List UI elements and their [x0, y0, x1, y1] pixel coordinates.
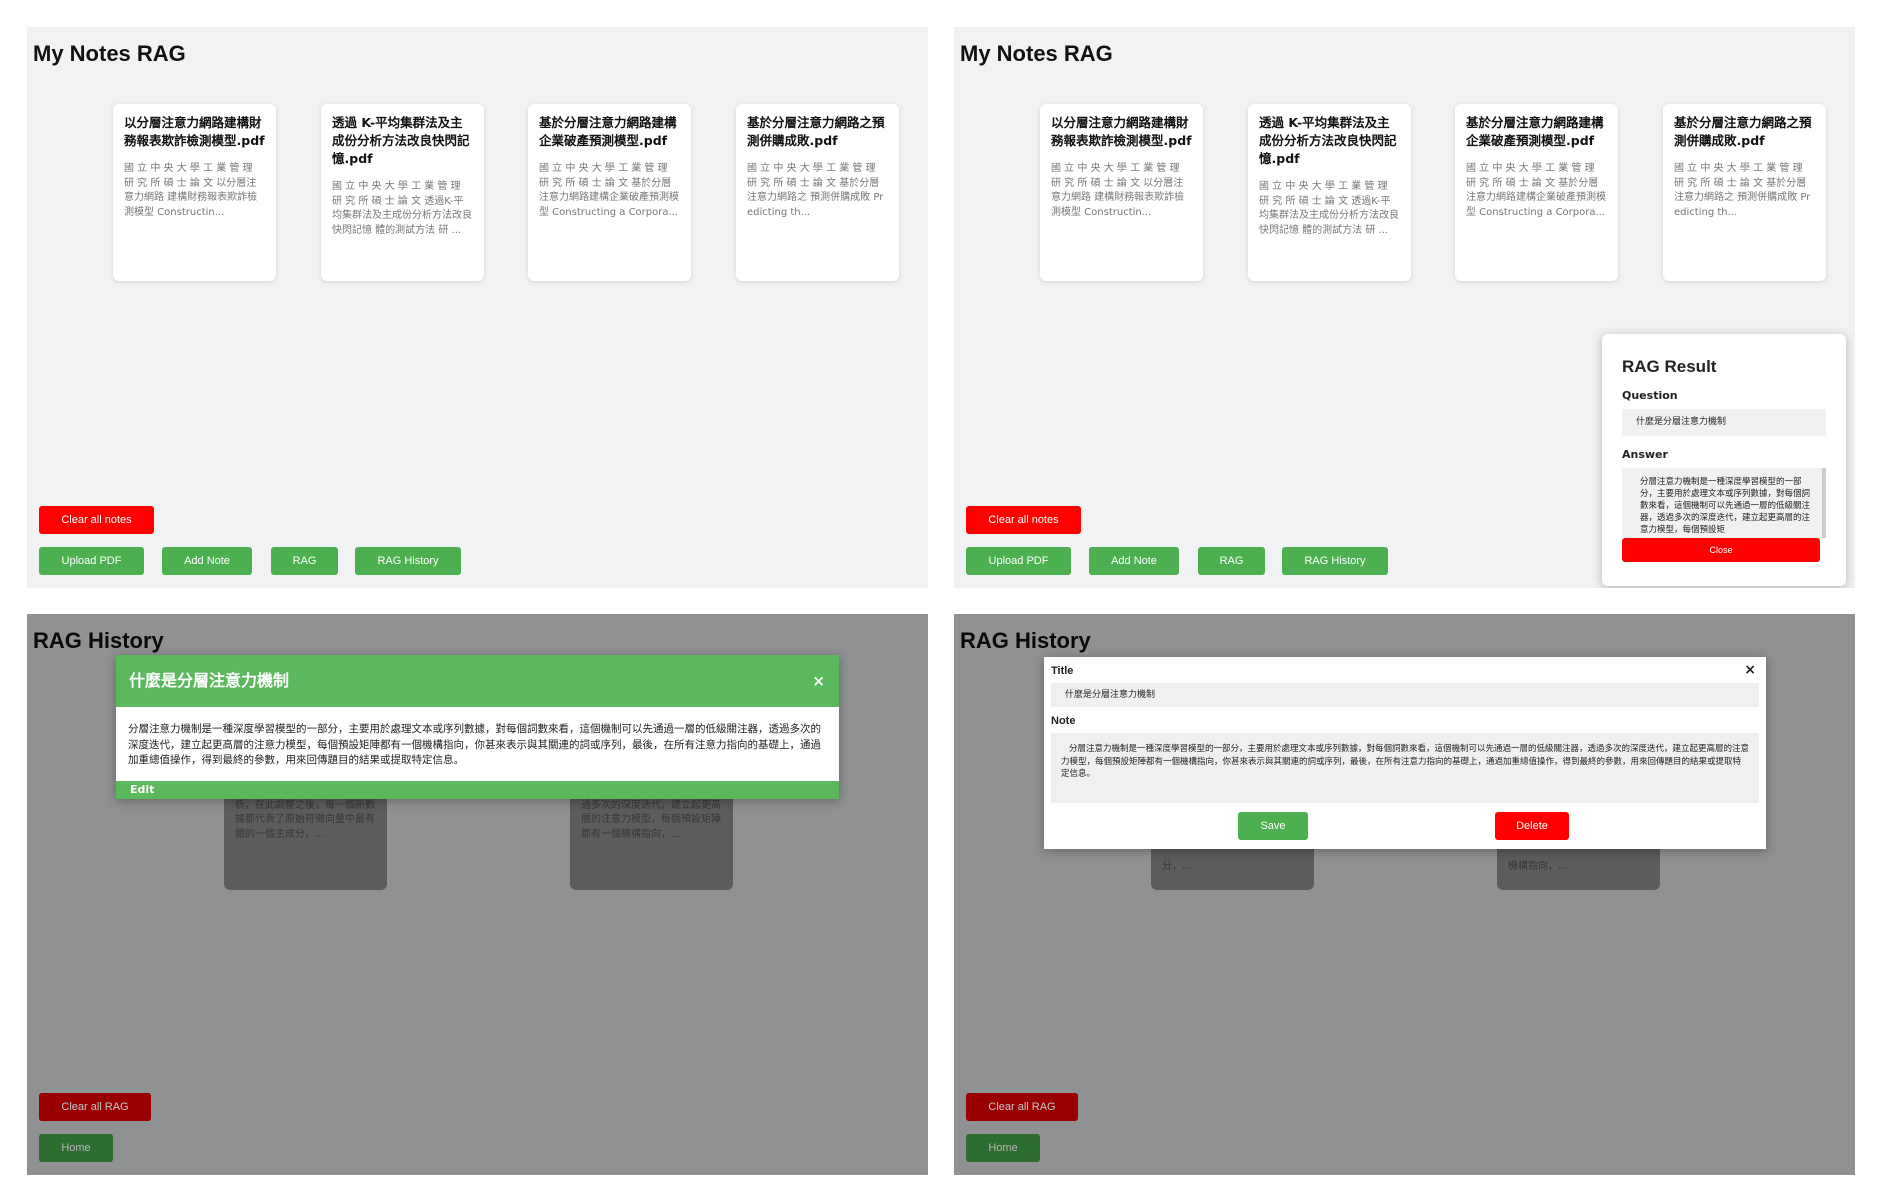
- note-snippet: 國 立 中 央 大 學 工 業 管 理 研 究 所 碩 士 論 文 基於分層注意…: [1466, 163, 1606, 218]
- clear-rag-button[interactable]: Clear all RAG: [39, 1093, 151, 1121]
- rag-history-view-screen: RAG History 量到新的數據來對生成分進行分析，在此調整之後，每一個新數…: [27, 614, 928, 1175]
- modal-title: 什麼是分層注意力機制: [129, 671, 290, 690]
- note-snippet: 國 立 中 央 大 學 工 業 管 理 研 究 所 碩 士 論 文 基於分層注意…: [747, 163, 884, 218]
- note-card[interactable]: 基於分層注意力網路之預測併購成敗.pdf 國 立 中 央 大 學 工 業 管 理…: [1663, 104, 1826, 281]
- save-button[interactable]: Save: [1238, 812, 1308, 840]
- rag-result-popup: RAG Result Question 什麼是分層注意力機制 Answer 分層…: [1602, 334, 1846, 586]
- question-field[interactable]: 什麼是分層注意力機制: [1622, 409, 1826, 436]
- clear-notes-button[interactable]: Clear all notes: [39, 506, 154, 534]
- note-card[interactable]: 基於分層注意力網路之預測併購成敗.pdf 國 立 中 央 大 學 工 業 管 理…: [736, 104, 899, 281]
- note-card[interactable]: 以分層注意力網路建構財務報表欺詐檢測模型.pdf 國 立 中 央 大 學 工 業…: [1040, 104, 1203, 281]
- note-card[interactable]: 透過 K-平均集群法及主成份分析方法改良快閃記憶.pdf 國 立 中 央 大 學…: [1248, 104, 1411, 281]
- edit-button[interactable]: Edit: [116, 781, 839, 799]
- upload-pdf-button[interactable]: Upload PDF: [39, 547, 144, 575]
- answer-field[interactable]: 分層注意力機制是一種深度學習模型的一部分，主要用於處理文本或序列數據，對每個詞數…: [1622, 468, 1826, 538]
- note-title: 以分層注意力網路建構財務報表欺詐檢測模型.pdf: [124, 115, 265, 148]
- note-label: Note: [1051, 715, 1076, 727]
- history-detail-modal: 什麼是分層注意力機制 × 分層注意力機制是一種深度學習模型的一部分，主要用於處理…: [116, 655, 839, 799]
- home-button[interactable]: Home: [966, 1134, 1040, 1162]
- rag-history-button[interactable]: RAG History: [355, 547, 461, 575]
- rag-button[interactable]: RAG: [271, 547, 338, 575]
- note-snippet: 國 立 中 央 大 學 工 業 管 理 研 究 所 碩 士 論 文 透過K-平均…: [332, 181, 472, 236]
- note-card[interactable]: 基於分層注意力網路建構企業破產預測模型.pdf 國 立 中 央 大 學 工 業 …: [528, 104, 691, 281]
- notes-rag-result-screen: My Notes RAG 以分層注意力網路建構財務報表欺詐檢測模型.pdf 國 …: [954, 27, 1855, 588]
- question-label: Question: [1622, 389, 1678, 402]
- delete-button[interactable]: Delete: [1495, 812, 1569, 840]
- clear-rag-button[interactable]: Clear all RAG: [966, 1093, 1078, 1121]
- note-card[interactable]: 以分層注意力網路建構財務報表欺詐檢測模型.pdf 國 立 中 央 大 學 工 業…: [113, 104, 276, 281]
- page-title: My Notes RAG: [33, 41, 186, 66]
- rag-result-heading: RAG Result: [1622, 357, 1717, 376]
- rag-history-button[interactable]: RAG History: [1282, 547, 1388, 575]
- note-title: 基於分層注意力網路之預測併購成敗.pdf: [1674, 115, 1812, 148]
- note-snippet: 國 立 中 央 大 學 工 業 管 理 研 究 所 碩 士 論 文 以分層注意力…: [1051, 163, 1185, 218]
- add-note-button[interactable]: Add Note: [162, 547, 252, 575]
- note-card[interactable]: 基於分層注意力網路建構企業破產預測模型.pdf 國 立 中 央 大 學 工 業 …: [1455, 104, 1618, 281]
- title-label: Title: [1051, 665, 1074, 677]
- note-title: 透過 K-平均集群法及主成份分析方法改良快閃記憶.pdf: [1259, 115, 1397, 166]
- note-snippet: 國 立 中 央 大 學 工 業 管 理 研 究 所 碩 士 論 文 基於分層注意…: [1674, 163, 1811, 218]
- note-title: 基於分層注意力網路建構企業破產預測模型.pdf: [539, 115, 677, 148]
- note-textarea[interactable]: 分層注意力機制是一種深度學習模型的一部分，主要用於處理文本或序列數據，對每個詞數…: [1051, 733, 1759, 803]
- modal-header: 什麼是分層注意力機制 ×: [116, 655, 839, 707]
- close-button[interactable]: Close: [1622, 538, 1820, 562]
- note-snippet: 國 立 中 央 大 學 工 業 管 理 研 究 所 碩 士 論 文 以分層注意力…: [124, 163, 258, 218]
- home-button[interactable]: Home: [39, 1134, 113, 1162]
- close-icon[interactable]: ×: [1744, 662, 1756, 678]
- note-snippet: 國 立 中 央 大 學 工 業 管 理 研 究 所 碩 士 論 文 基於分層注意…: [539, 163, 679, 218]
- edit-history-modal: × Title 什麼是分層注意力機制 Note 分層注意力機制是一種深度學習模型…: [1044, 657, 1766, 849]
- close-icon[interactable]: ×: [812, 655, 825, 707]
- add-note-button[interactable]: Add Note: [1089, 547, 1179, 575]
- notes-home-screen: My Notes RAG 以分層注意力網路建構財務報表欺詐檢測模型.pdf 國 …: [27, 27, 928, 588]
- note-title: 基於分層注意力網路建構企業破產預測模型.pdf: [1466, 115, 1604, 148]
- note-title: 基於分層注意力網路之預測併購成敗.pdf: [747, 115, 885, 148]
- note-snippet: 國 立 中 央 大 學 工 業 管 理 研 究 所 碩 士 論 文 透過K-平均…: [1259, 181, 1399, 236]
- rag-history-edit-screen: RAG History 分，... 機構指向，... Clear all RAG…: [954, 614, 1855, 1175]
- upload-pdf-button[interactable]: Upload PDF: [966, 547, 1071, 575]
- note-card[interactable]: 透過 K-平均集群法及主成份分析方法改良快閃記憶.pdf 國 立 中 央 大 學…: [321, 104, 484, 281]
- clear-notes-button[interactable]: Clear all notes: [966, 506, 1081, 534]
- notes-grid: 以分層注意力網路建構財務報表欺詐檢測模型.pdf 國 立 中 央 大 學 工 業…: [1012, 104, 1826, 284]
- notes-grid: 以分層注意力網路建構財務報表欺詐檢測模型.pdf 國 立 中 央 大 學 工 業…: [85, 104, 899, 284]
- note-title: 以分層注意力網路建構財務報表欺詐檢測模型.pdf: [1051, 115, 1192, 148]
- note-title: 透過 K-平均集群法及主成份分析方法改良快閃記憶.pdf: [332, 115, 470, 166]
- page-title: My Notes RAG: [960, 41, 1113, 66]
- title-input[interactable]: 什麼是分層注意力機制: [1051, 683, 1759, 707]
- rag-button[interactable]: RAG: [1198, 547, 1265, 575]
- modal-body: 分層注意力機制是一種深度學習模型的一部分，主要用於處理文本或序列數據，對每個詞數…: [128, 723, 821, 766]
- answer-label: Answer: [1622, 448, 1668, 461]
